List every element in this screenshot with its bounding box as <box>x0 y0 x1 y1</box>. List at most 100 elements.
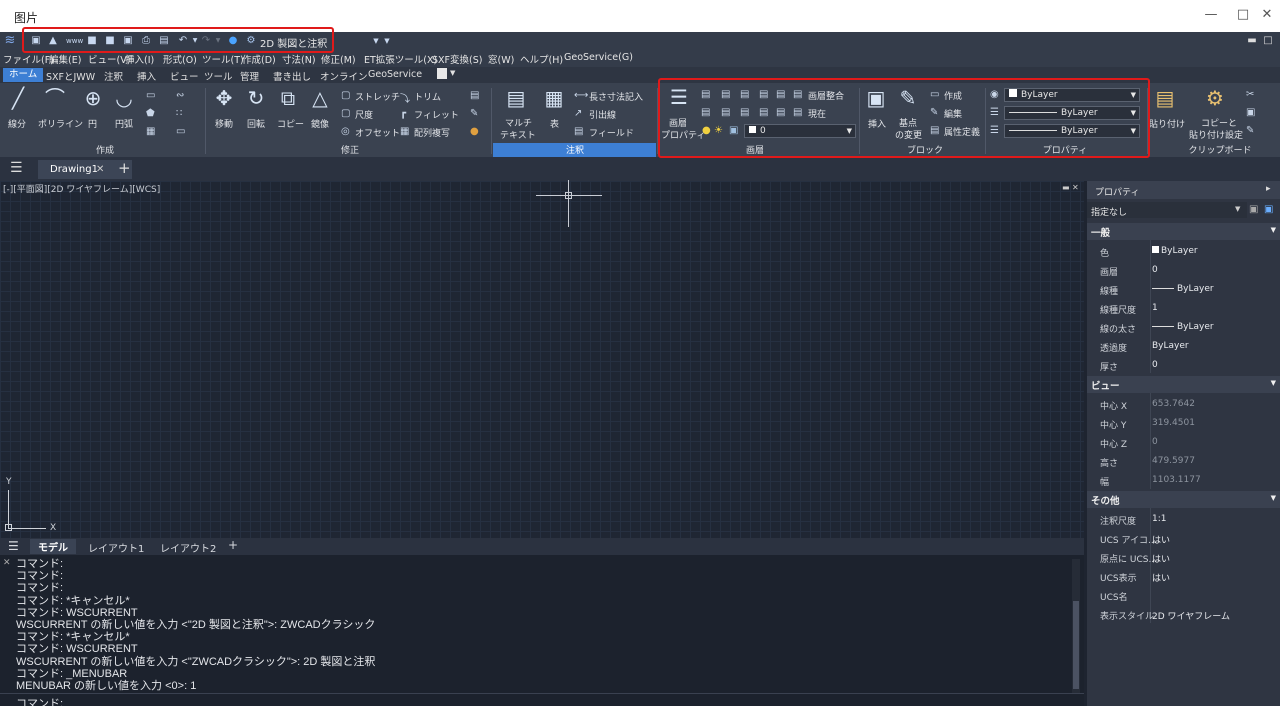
insert-block-icon[interactable]: ▣ <box>864 88 888 108</box>
base-point-icon[interactable]: ✎ <box>896 88 920 108</box>
menu-edit[interactable]: 編集(E) <box>49 52 81 66</box>
rotate-icon[interactable]: ↻ <box>244 88 268 108</box>
offset-button[interactable]: オフセット <box>355 126 400 139</box>
linear-dimension-button[interactable]: 長さ寸法記入 <box>589 90 643 103</box>
prop-row-center-x[interactable]: 中心 X 653.7642 <box>1087 395 1280 414</box>
prop-row-height[interactable]: 高さ 479.5977 <box>1087 452 1280 471</box>
tab-insert[interactable]: 挿入 <box>137 69 156 83</box>
modify-panel-title[interactable]: 修正 <box>300 143 400 157</box>
clipboard-panel-title[interactable]: クリップボード <box>1170 143 1270 157</box>
tab-geoservice[interactable]: GeoService <box>368 69 422 80</box>
layer-panel-title[interactable]: 画層 <box>700 143 810 157</box>
array-icon[interactable]: ▦ <box>400 126 409 137</box>
layer-current-icon[interactable]: ▤ <box>793 107 802 118</box>
circle-icon[interactable]: ⊕ <box>81 88 105 108</box>
mirror-icon[interactable]: △ <box>308 88 332 108</box>
arc-icon[interactable]: ◡ <box>112 88 136 108</box>
menu-insert[interactable]: 挿入(I) <box>125 52 154 66</box>
paste-icon[interactable]: ▤ <box>1153 88 1177 108</box>
command-input[interactable]: コマンド: <box>16 695 63 706</box>
mtext-label-2[interactable]: テキスト <box>500 128 536 141</box>
doc-minimize-icon[interactable]: ▬ <box>1246 35 1258 47</box>
gear-icon[interactable]: ⚙ <box>245 35 257 47</box>
tab-annotate[interactable]: 注釈 <box>104 69 123 83</box>
menu-help[interactable]: ヘルプ(H) <box>520 52 563 66</box>
menu-et-tools[interactable]: ET拡張ツール(X) <box>364 52 437 66</box>
region-icon[interactable]: ▭ <box>176 126 185 137</box>
prop-row-ucs-name[interactable]: UCS名 <box>1087 586 1280 605</box>
layer-match-icon[interactable]: ▤ <box>793 89 802 100</box>
prop-row-center-z[interactable]: 中心 Z0 <box>1087 433 1280 452</box>
undo-icon[interactable]: ↶ <box>177 35 189 47</box>
save-as-icon[interactable]: ■ <box>104 35 116 47</box>
move-icon[interactable]: ✥ <box>212 88 236 108</box>
prop-row-color[interactable]: 色 ByLayer <box>1087 242 1280 261</box>
drawing-canvas[interactable] <box>0 181 1084 538</box>
copy-icon[interactable]: ⧉ <box>276 88 300 108</box>
layer-on-icon[interactable]: ▤ <box>701 107 710 118</box>
prop-row-ucs-icon-on[interactable]: UCS アイコ... はい <box>1087 529 1280 548</box>
hatch-icon[interactable]: ▦ <box>146 126 155 137</box>
leader-icon[interactable]: ↗ <box>574 108 582 119</box>
layer-unlock-icon[interactable]: ▤ <box>759 107 768 118</box>
lock-icon[interactable]: ▣ <box>729 125 738 136</box>
open-folder-icon[interactable]: ▲ <box>47 35 59 47</box>
tab-manage[interactable]: 管理 <box>240 69 259 83</box>
table-button[interactable]: 表 <box>550 117 559 130</box>
select-objects-icon[interactable]: ▣ <box>1264 204 1273 215</box>
create-block-icon[interactable]: ▭ <box>930 89 939 100</box>
field-button[interactable]: フィールド <box>589 126 634 139</box>
leader-button[interactable]: 引出線 <box>589 108 616 121</box>
prop-row-width[interactable]: 幅 1103.1177 <box>1087 471 1280 490</box>
tab-output[interactable]: 書き出し <box>273 69 311 83</box>
tab-layout2[interactable]: レイアウト2 <box>160 540 216 555</box>
layer-current-button[interactable]: 現在 <box>808 107 826 120</box>
ribbon-minimize-icon[interactable] <box>437 68 447 79</box>
fillet-icon[interactable]: ┏ <box>400 108 406 119</box>
selection-dropdown[interactable]: 指定なし ▼ <box>1087 202 1247 218</box>
scale-icon[interactable]: ▢ <box>341 108 350 119</box>
layer-unisolate-icon[interactable]: ▤ <box>721 107 730 118</box>
insert-block-button[interactable]: 挿入 <box>868 117 886 130</box>
copy-paste-label-2[interactable]: 貼り付け設定 <box>1189 128 1243 141</box>
paste-button[interactable]: 貼り付け <box>1149 117 1185 130</box>
prop-row-annotation-scale[interactable]: 注釈尺度 1:1 <box>1087 510 1280 529</box>
layer-isolate-icon[interactable]: ▤ <box>721 89 730 100</box>
edit-block-icon[interactable]: ✎ <box>930 107 938 118</box>
toggle-pickadd-icon[interactable]: ▣ <box>1249 204 1258 215</box>
move-button[interactable]: 移動 <box>215 117 233 130</box>
scale-button[interactable]: 尺度 <box>355 108 373 121</box>
prop-row-transparency[interactable]: 透過度 ByLayer <box>1087 337 1280 356</box>
menu-modify[interactable]: 修正(M) <box>321 52 356 66</box>
viewport-minimize-icon[interactable]: ▬ <box>1062 183 1070 192</box>
properties-panel-title[interactable]: プロパティ <box>1015 143 1115 157</box>
tab-tools[interactable]: ツール <box>204 69 233 83</box>
erase-icon[interactable]: ✎ <box>470 108 478 119</box>
minimize-button[interactable]: — <box>1196 4 1226 26</box>
app-logo-icon[interactable]: ≋ <box>4 34 16 47</box>
new-file-icon[interactable]: ▣ <box>30 35 42 47</box>
plot-preview-icon[interactable]: ▤ <box>158 35 170 47</box>
sun-icon[interactable]: ☀ <box>714 125 723 136</box>
stretch-button[interactable]: ストレッチ <box>355 90 400 103</box>
attribute-definition-button[interactable]: 属性定義 <box>944 125 980 138</box>
viewport-close-icon[interactable]: ✕ <box>1072 183 1079 192</box>
viewport-label[interactable]: [-][平面図][2D ワイヤフレーム][WCS] <box>3 182 160 195</box>
prop-row-thickness[interactable]: 厚さ 0 <box>1087 356 1280 375</box>
prop-row-linetype[interactable]: 線種 ByLayer <box>1087 280 1280 299</box>
hamburger-menu-icon[interactable]: ☰ <box>10 160 23 176</box>
polygon-icon[interactable]: ⬟ <box>146 108 155 119</box>
create-block-button[interactable]: 作成 <box>944 89 962 102</box>
prop-row-lineweight[interactable]: 線の太さ ByLayer <box>1087 318 1280 337</box>
cut-icon[interactable]: ✂ <box>1246 89 1254 100</box>
prop-row-ucs-per-viewport[interactable]: UCS表示 はい <box>1087 567 1280 586</box>
tab-online[interactable]: オンライン <box>320 69 368 83</box>
stretch-icon[interactable]: ▢ <box>341 90 350 101</box>
multiline-text-icon[interactable]: ▤ <box>504 88 528 108</box>
section-misc[interactable]: その他 ▼ <box>1087 491 1280 508</box>
tab-sxf-jww[interactable]: SXFとJWW <box>46 69 95 83</box>
linetype-dropdown[interactable]: ByLayer ▼ <box>1004 124 1140 138</box>
line-icon[interactable]: ╱ <box>6 88 30 108</box>
command-scrollbar-thumb[interactable] <box>1073 601 1079 689</box>
redo-icon[interactable]: ↷ <box>200 35 212 47</box>
